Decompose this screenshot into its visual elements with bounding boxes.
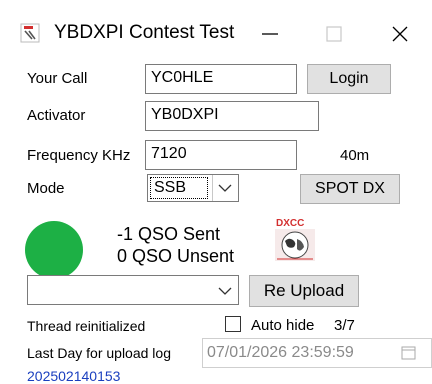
mode-separator: [212, 175, 213, 201]
dxcc-logo-text: DXCC: [276, 218, 305, 229]
activator-input[interactable]: YB0DXPI: [145, 101, 319, 131]
upload-select[interactable]: [27, 275, 239, 305]
minimize-button[interactable]: [240, 14, 300, 54]
maximize-icon: [326, 26, 342, 42]
counter-text: 3/7: [334, 317, 355, 334]
autohide-checkbox[interactable]: [225, 316, 241, 332]
dxcc-logo: DXCC: [272, 218, 318, 262]
last-day-label: Last Day for upload log: [27, 345, 171, 361]
qso-sent-text: -1 QSO Sent: [117, 224, 221, 244]
calendar-icon: [401, 346, 416, 360]
status-indicator: [25, 221, 83, 279]
login-button[interactable]: Login: [307, 64, 391, 94]
mode-label: Mode: [27, 180, 65, 197]
mode-select[interactable]: SSB: [147, 174, 239, 202]
window-title: YBDXPI Contest Test: [54, 22, 235, 43]
globe-icon: [275, 229, 315, 261]
chevron-down-icon: [218, 287, 232, 295]
frequency-input[interactable]: 7120: [145, 140, 297, 170]
autohide-label: Auto hide: [251, 317, 315, 334]
minimize-icon: [262, 33, 278, 35]
spot-dx-button[interactable]: SPOT DX: [300, 174, 400, 204]
band-label: 40m: [340, 147, 370, 164]
qso-unsent-text: 0 QSO Unsent: [117, 246, 235, 266]
maximize-button[interactable]: [304, 14, 364, 54]
frequency-label: Frequency KHz: [27, 147, 131, 164]
close-icon: [392, 26, 408, 42]
mode-selected-value: SSB: [150, 177, 208, 199]
version-text: 202502140153: [27, 368, 121, 384]
activator-label: Activator: [27, 107, 86, 124]
your-call-input[interactable]: YC0HLE: [145, 64, 297, 94]
close-button[interactable]: [370, 14, 430, 54]
thread-status-text: Thread reinitialized: [27, 318, 146, 334]
last-day-value: 07/01/2026 23:59:59: [207, 344, 354, 361]
last-day-datetime[interactable]: 07/01/2026 23:59:59: [202, 338, 432, 368]
reupload-button[interactable]: Re Upload: [249, 275, 359, 307]
your-call-label: Your Call: [27, 70, 88, 87]
app-logo-icon: [20, 23, 40, 43]
chevron-down-icon: [218, 184, 232, 192]
